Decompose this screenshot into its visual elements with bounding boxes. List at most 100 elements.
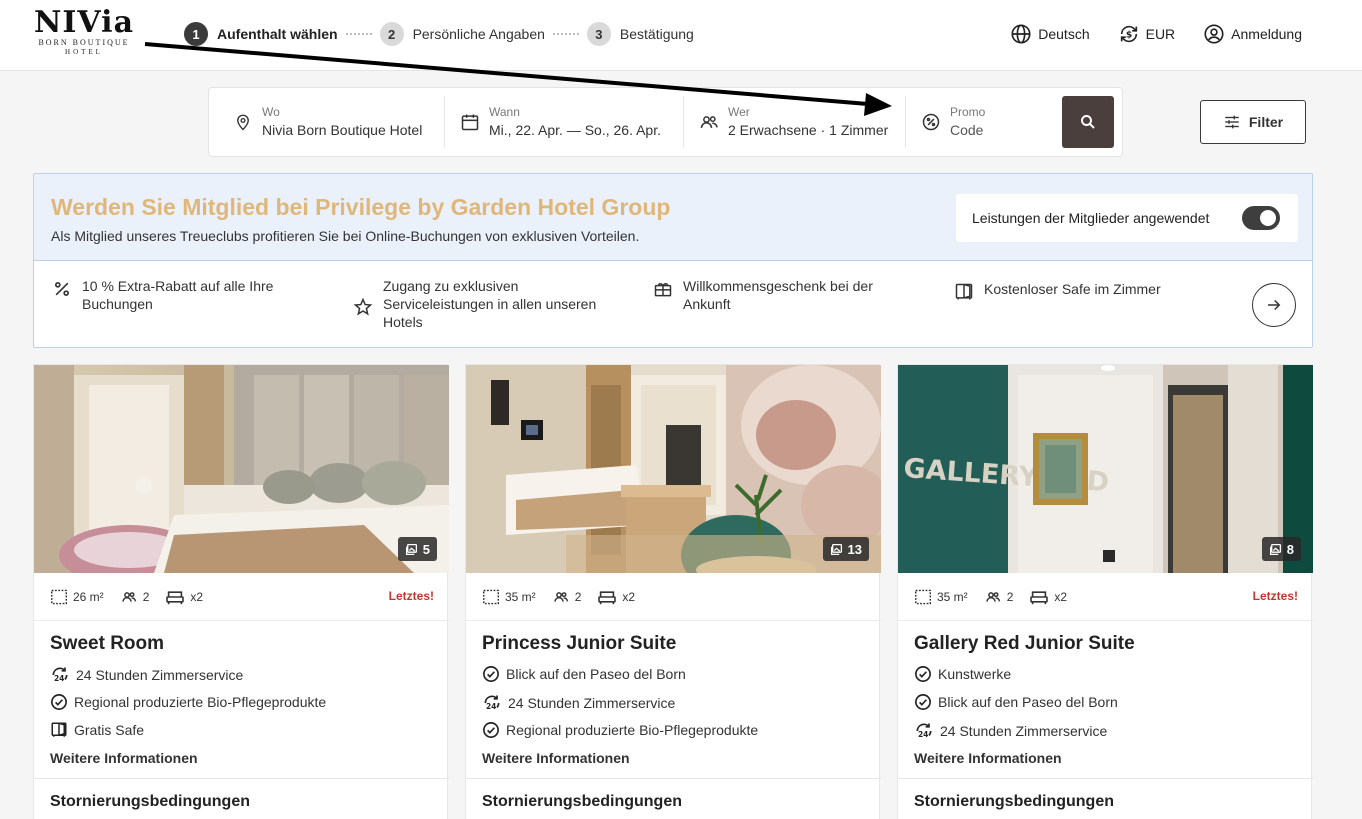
safe-icon xyxy=(51,722,67,737)
photo-count-badge[interactable]: 5 xyxy=(397,537,437,561)
benefit-services: Zugang zu exklusiven Serviceleistungen in… xyxy=(352,277,596,331)
toggle-switch[interactable] xyxy=(1242,206,1280,230)
membership-subtitle: Als Mitglied unseres Treueclubs profitie… xyxy=(51,228,640,244)
photo-count: 5 xyxy=(422,541,430,557)
benefit-text: Ankunft xyxy=(683,296,731,312)
feature-text: 24 Stunden Zimmerservice xyxy=(940,723,1108,739)
photo-count-badge[interactable]: 8 xyxy=(1261,537,1301,561)
cancellation-policy-heading[interactable]: Stornierungsbedingungen xyxy=(50,793,250,811)
logo-wordmark: NIVia xyxy=(33,5,135,40)
room-feature: Blick auf den Paseo del Born xyxy=(914,693,1118,711)
room-name[interactable]: Gallery Red Junior Suite xyxy=(914,633,1135,655)
photo-count: 13 xyxy=(847,541,862,557)
photo-count-badge[interactable]: 13 xyxy=(822,537,869,561)
room-card-princess-junior-suite[interactable]: 13 35 m² 2 x2 Princess Junior Suite Blic… xyxy=(465,364,881,819)
cancellation-policy-heading[interactable]: Stornierungsbedingungen xyxy=(482,793,682,811)
step-label: Bestätigung xyxy=(619,26,694,42)
feature-text: Gratis Safe xyxy=(74,722,145,738)
discount-icon xyxy=(922,113,940,131)
destination-field[interactable]: Wo Nivia Born Boutique Hotel xyxy=(232,96,422,148)
room-specs: 35 m² 2 x2 xyxy=(466,573,881,621)
room-feature: Blick auf den Paseo del Born xyxy=(482,665,686,683)
room-card-sweet-room[interactable]: 5 26 m² 2 x2 Letztes! Sweet Room 24 24 St… xyxy=(33,364,449,819)
check-circle-icon xyxy=(915,694,931,710)
area-icon xyxy=(483,589,499,604)
location-pin-icon xyxy=(237,114,249,131)
room-photo[interactable]: 5 xyxy=(34,365,449,573)
booking-steps: 1 Aufenthalt wählen 2 Persönliche Angabe… xyxy=(184,22,694,46)
field-divider xyxy=(444,96,445,148)
language-selector[interactable]: Deutsch xyxy=(1010,23,1090,45)
dates-value: Mi., 22. Apr. — So., 26. Apr. xyxy=(489,122,661,138)
gallery-icon xyxy=(405,543,417,555)
card-divider xyxy=(466,778,881,779)
room-beds-value: x2 xyxy=(622,589,636,604)
room-photo[interactable]: GALLERY RED 8 xyxy=(898,365,1313,573)
dates-field[interactable]: Wann Mi., 22. Apr. — So., 26. Apr. xyxy=(459,96,661,148)
calendar-icon xyxy=(461,114,479,131)
feature-text: 24 Stunden Zimmerservice xyxy=(508,695,676,711)
membership-title: Werden Sie Mitglied bei Privilege by Gar… xyxy=(51,194,671,220)
more-info-link[interactable]: Weitere Informationen xyxy=(482,750,630,766)
card-divider xyxy=(898,778,1313,779)
room-photo[interactable]: 13 xyxy=(466,365,881,573)
room-feature: Kunstwerke xyxy=(914,665,1011,683)
room-service-24h-icon: 24 xyxy=(484,695,500,711)
feature-text: Blick auf den Paseo del Born xyxy=(506,666,686,682)
room-specs: 26 m² 2 x2 Letztes! xyxy=(34,573,449,621)
currency-selector[interactable]: $ EUR xyxy=(1118,23,1175,45)
room-specs: 35 m² 2 x2 Letztes! xyxy=(898,573,1313,621)
room-name[interactable]: Princess Junior Suite xyxy=(482,633,676,655)
top-header: NIVia BORN BOUTIQUE HOTEL 1 Aufenthalt w… xyxy=(0,0,1362,71)
step-3[interactable]: 3 Bestätigung xyxy=(586,22,694,46)
logo-subline-2: HOTEL xyxy=(65,48,103,56)
field-divider xyxy=(683,96,684,148)
check-circle-icon xyxy=(915,666,931,682)
room-area: 26 m² xyxy=(50,589,104,605)
feature-text: Regional produzierte Bio-Pflegeprodukte xyxy=(506,722,759,738)
login-button[interactable]: Anmeldung xyxy=(1203,23,1302,45)
cancellation-policy-heading[interactable]: Stornierungsbedingungen xyxy=(914,793,1114,811)
promo-code-field[interactable]: Promo Code xyxy=(920,96,985,148)
room-guests: 2 xyxy=(120,589,150,605)
toggle-label: Leistungen der Mitglieder angewendet xyxy=(972,210,1210,226)
filter-button[interactable]: Filter xyxy=(1200,100,1306,144)
destination-label: Wo xyxy=(262,105,280,119)
sliders-icon xyxy=(1225,115,1239,129)
feature-text: 24 Stunden Zimmerservice xyxy=(76,667,244,683)
feature-text: Regional produzierte Bio-Pflegeprodukte xyxy=(74,694,327,710)
availability-badge: Letztes! xyxy=(388,589,434,603)
logo-subline-1: BORN BOUTIQUE xyxy=(38,38,130,47)
check-circle-icon xyxy=(483,666,499,682)
room-card-gallery-red-junior-suite[interactable]: GALLERY RED 8 35 m² 2 x2 Letztes! Galler… xyxy=(897,364,1313,819)
check-circle-icon xyxy=(51,694,67,710)
room-guests-value: 2 xyxy=(142,589,150,604)
room-feature: 24 24 Stunden Zimmerservice xyxy=(482,693,675,713)
guests-field[interactable]: Wer 2 Erwachsene · 1 Zimmer xyxy=(698,96,888,148)
search-button[interactable] xyxy=(1062,96,1114,148)
membership-header: Werden Sie Mitglied bei Privilege by Gar… xyxy=(34,174,1312,261)
percent-icon xyxy=(54,281,70,297)
gallery-icon xyxy=(1269,543,1281,555)
hotel-logo[interactable]: NIVia BORN BOUTIQUE HOTEL xyxy=(32,8,136,57)
search-bar: Wo Nivia Born Boutique Hotel Wann Mi., 2… xyxy=(208,87,1123,157)
step-2[interactable]: 2 Persönliche Angaben xyxy=(379,22,545,46)
safe-icon xyxy=(955,283,973,300)
benefit-text: Zugang zu exklusiven xyxy=(383,278,519,294)
filter-label: Filter xyxy=(1248,114,1284,130)
gallery-icon xyxy=(830,543,842,555)
benefits-next-button[interactable] xyxy=(1252,283,1296,327)
more-info-link[interactable]: Weitere Informationen xyxy=(914,750,1062,766)
step-separator xyxy=(552,33,579,35)
room-service-24h-icon: 24 xyxy=(916,723,932,739)
room-beds-value: x2 xyxy=(190,589,204,604)
destination-value: Nivia Born Boutique Hotel xyxy=(262,122,423,138)
step-1[interactable]: 1 Aufenthalt wählen xyxy=(184,22,338,46)
member-benefits-toggle[interactable]: Leistungen der Mitglieder angewendet xyxy=(956,194,1298,242)
search-icon xyxy=(1081,115,1095,129)
guests-value: 2 Erwachsene · 1 Zimmer xyxy=(728,122,889,138)
room-name[interactable]: Sweet Room xyxy=(50,633,164,655)
step-number: 1 xyxy=(184,22,208,46)
more-info-link[interactable]: Weitere Informationen xyxy=(50,750,198,766)
room-feature: Regional produzierte Bio-Pflegeprodukte xyxy=(50,693,326,711)
